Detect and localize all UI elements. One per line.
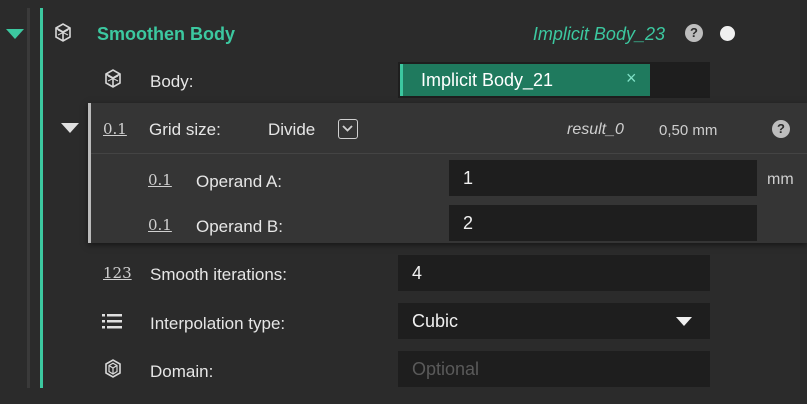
smooth-iterations-label: Smooth iterations: — [150, 265, 288, 284]
domain-label: Domain: — [150, 362, 214, 381]
chevron-down-icon — [342, 125, 353, 132]
status-dot-icon[interactable] — [720, 26, 735, 41]
remove-chip-icon[interactable]: × — [626, 68, 637, 89]
integer-value-icon: 123 — [103, 264, 132, 282]
help-icon[interactable]: ? — [772, 120, 790, 138]
grid-size-expression-panel: 0.1 Grid size: Divide result_0 0,50 mm ?… — [61, 103, 807, 243]
operand-a-input[interactable]: 1 — [449, 160, 757, 196]
node-title: Smoothen Body — [97, 24, 235, 44]
implicit-body-icon — [52, 22, 74, 44]
operand-b-label: Operand B: — [196, 217, 283, 236]
result-name: result_0 — [567, 121, 624, 138]
interpolation-type-label: Interpolation type: — [150, 314, 286, 333]
implicit-body-icon — [102, 68, 124, 90]
operand-b-input[interactable]: 2 — [449, 205, 757, 241]
interpolation-type-select[interactable]: Cubic — [398, 303, 710, 339]
help-icon[interactable]: ? — [685, 24, 703, 42]
dropdown-arrow-icon — [676, 317, 692, 326]
smooth-iterations-input[interactable]: 4 — [398, 255, 710, 291]
body-chip-label: Implicit Body_21 — [421, 70, 554, 90]
node-reference-name[interactable]: Implicit Body_23 — [533, 24, 665, 45]
operand-a-unit: mm — [767, 171, 794, 188]
section-accent-bar — [40, 8, 43, 388]
operation-mode-label[interactable]: Divide — [268, 120, 315, 140]
body-label: Body: — [150, 72, 194, 91]
float-value-icon: 0.1 — [148, 171, 172, 189]
grid-size-label: Grid size: — [149, 120, 221, 139]
divider — [91, 153, 807, 154]
domain-input[interactable]: Optional — [398, 351, 710, 387]
domain-cube-icon — [102, 358, 124, 380]
interpolation-selected-value: Cubic — [412, 311, 459, 331]
domain-placeholder: Optional — [412, 359, 480, 379]
body-chip[interactable]: Implicit Body_21 × — [400, 64, 650, 96]
collapse-caret-icon[interactable] — [61, 123, 79, 133]
float-value-icon: 0.1 — [103, 120, 127, 138]
list-icon — [101, 312, 123, 330]
operation-dropdown-button[interactable] — [338, 119, 358, 139]
float-value-icon: 0.1 — [148, 216, 172, 234]
outer-guide-line — [27, 8, 30, 388]
operand-a-label: Operand A: — [196, 172, 283, 191]
collapse-caret-icon[interactable] — [6, 29, 24, 39]
result-value: 0,50 mm — [659, 122, 718, 139]
